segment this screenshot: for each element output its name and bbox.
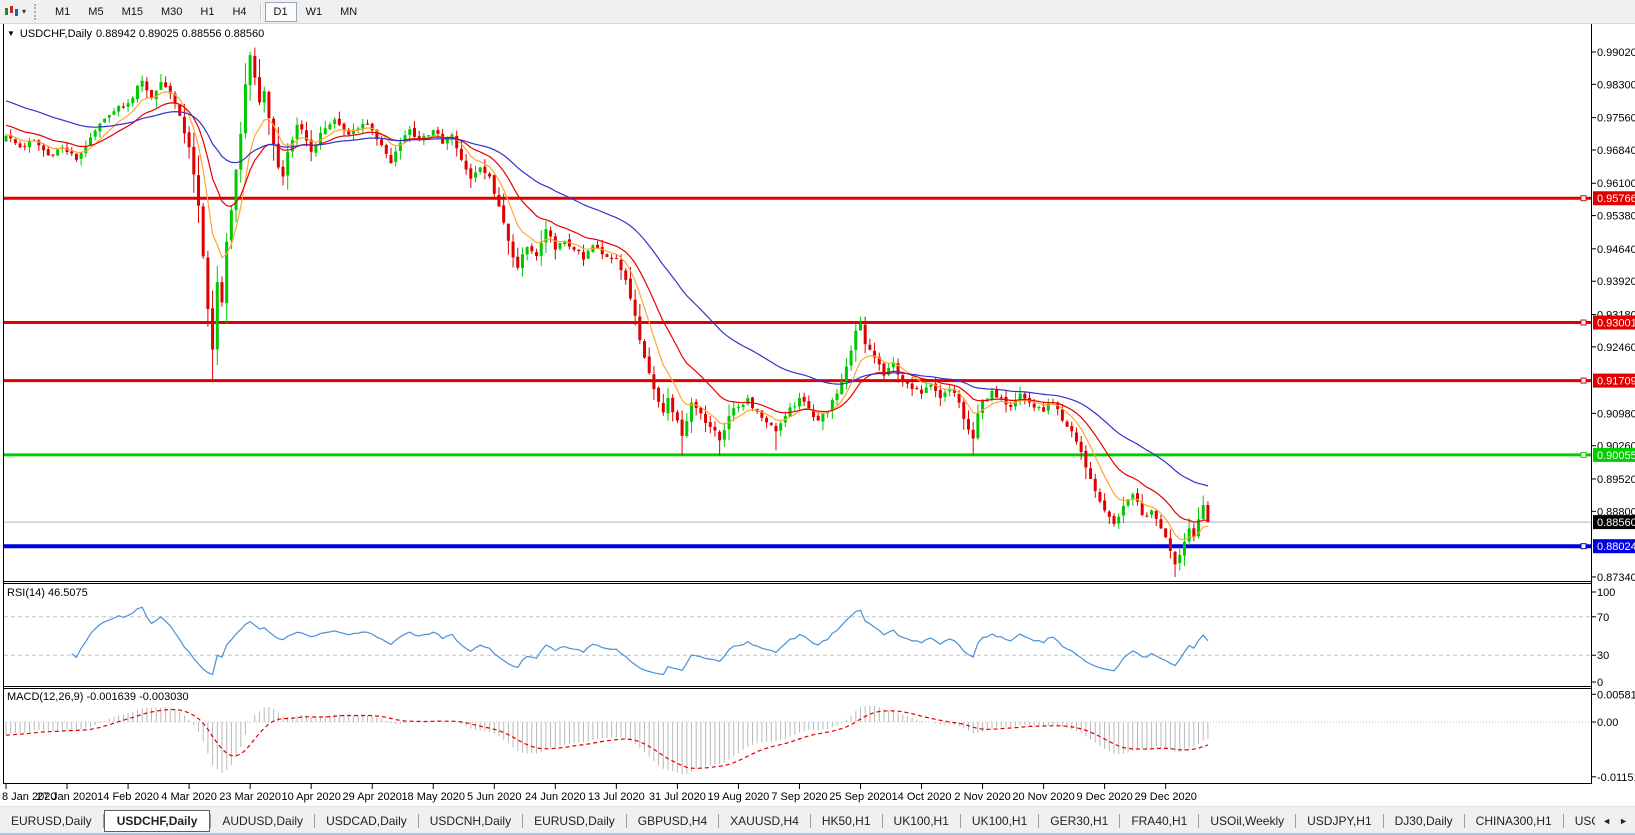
period-button-m5[interactable]: M5 xyxy=(79,2,112,22)
svg-text:0.93920: 0.93920 xyxy=(1597,276,1635,288)
chart-title: ▼ USDCHF,Daily 0.88942 0.89025 0.88556 0.8… xyxy=(7,28,268,40)
toolbar-grip[interactable] xyxy=(34,3,39,20)
trading-terminal-window: { "toolbar": { "periods": ["M1","M5","M1… xyxy=(0,0,1635,835)
svg-text:0.92460: 0.92460 xyxy=(1597,342,1635,354)
svg-text:31 Jul 2020: 31 Jul 2020 xyxy=(649,791,706,803)
svg-text:0.88560: 0.88560 xyxy=(1597,517,1635,529)
period-button-w1[interactable]: W1 xyxy=(297,2,332,22)
svg-text:19 Aug 2020: 19 Aug 2020 xyxy=(708,791,770,803)
period-button-m1[interactable]: M1 xyxy=(46,2,79,22)
macd-indicator-label: MACD(12,26,9) -0.001639 -0.003030 xyxy=(7,691,189,703)
level-line-handle[interactable] xyxy=(1580,543,1587,550)
chart-tab-ger30-h1[interactable]: GER30,H1 xyxy=(1039,810,1119,832)
chart-tab-fra40-h1[interactable]: FRA40,H1 xyxy=(1120,810,1198,832)
svg-text:7 Sep 2020: 7 Sep 2020 xyxy=(771,791,827,803)
toolbar-separator xyxy=(259,2,261,21)
level-line-handle[interactable] xyxy=(1580,377,1587,384)
chart-period-dropdown[interactable]: ▾ xyxy=(0,2,30,22)
toolbar: ▾ M1 M5 M15 M30 H1 H4 D1 W1 MN xyxy=(0,0,1635,24)
svg-text:18 May 2020: 18 May 2020 xyxy=(401,791,465,803)
chart-tab-uk100-h1[interactable]: UK100,H1 xyxy=(961,810,1038,832)
level-line-handle[interactable] xyxy=(1580,195,1587,202)
svg-text:0.005818: 0.005818 xyxy=(1597,689,1635,701)
svg-text:0.96100: 0.96100 xyxy=(1597,178,1635,190)
chart-tab-dj30-daily[interactable]: DJ30,Daily xyxy=(1384,810,1464,832)
tab-scroll-buttons: ◄ ► xyxy=(1595,807,1635,834)
period-button-m30[interactable]: M30 xyxy=(152,2,191,22)
period-button-d1[interactable]: D1 xyxy=(264,1,297,22)
chart-tab-usdcnh-daily[interactable]: USDCNH,Daily xyxy=(419,810,522,832)
svg-text:0.93001: 0.93001 xyxy=(1597,318,1635,330)
chevron-down-icon: ▾ xyxy=(22,7,27,16)
period-button-h1[interactable]: H1 xyxy=(191,2,223,22)
svg-text:0.95766: 0.95766 xyxy=(1597,193,1635,205)
chart-tab-gbpusd-h4[interactable]: GBPUSD,H4 xyxy=(627,810,718,832)
svg-text:30: 30 xyxy=(1597,650,1609,662)
svg-text:9 Dec 2020: 9 Dec 2020 xyxy=(1076,791,1132,803)
svg-text:0.90980: 0.90980 xyxy=(1597,408,1635,420)
svg-text:2 Nov 2020: 2 Nov 2020 xyxy=(954,791,1010,803)
svg-text:0.97560: 0.97560 xyxy=(1597,113,1635,125)
svg-text:4 Mar 2020: 4 Mar 2020 xyxy=(161,791,217,803)
period-button-h4[interactable]: H4 xyxy=(223,2,255,22)
chart-tab-china300-h1[interactable]: CHINA300,H1 xyxy=(1465,810,1563,832)
period-button-mn[interactable]: MN xyxy=(331,2,366,22)
ohlc-values: 0.88942 0.89025 0.88556 0.88560 xyxy=(96,28,265,40)
symbol-timeframe-label: USDCHF,Daily xyxy=(19,28,93,40)
rsi-indicator-label: RSI(14) 46.5075 xyxy=(7,587,88,599)
svg-text:0.89520: 0.89520 xyxy=(1597,474,1635,486)
svg-text:24 Jun 2020: 24 Jun 2020 xyxy=(525,791,586,803)
chart-tab-usoil-weekly[interactable]: USOil,Weekly xyxy=(1199,810,1295,832)
scroll-tabs-left-icon[interactable]: ◄ xyxy=(1598,814,1615,828)
svg-text:100: 100 xyxy=(1597,587,1615,599)
price-chart-canvas[interactable]: 0.99020 0.98300 0.97560 0.96840 0.96100 0.953… xyxy=(0,0,1635,835)
svg-text:0.98300: 0.98300 xyxy=(1597,79,1635,91)
chart-tabs-bar: EURUSD,Daily USDCHF,Daily AUDUSD,Daily USDC… xyxy=(0,806,1635,834)
svg-text:25 Sep 2020: 25 Sep 2020 xyxy=(829,791,891,803)
svg-text:14 Feb 2020: 14 Feb 2020 xyxy=(97,791,159,803)
level-line-handle[interactable] xyxy=(1580,451,1587,458)
svg-text:70: 70 xyxy=(1597,612,1609,624)
svg-text:0.94640: 0.94640 xyxy=(1597,244,1635,256)
chart-tab-xauusd-h4[interactable]: XAUUSD,H4 xyxy=(719,810,810,832)
chart-tab-uk100-h1[interactable]: UK100,H1 xyxy=(883,810,960,832)
candlestick-chart-icon xyxy=(5,6,18,16)
svg-text:5 Jun 2020: 5 Jun 2020 xyxy=(467,791,521,803)
svg-text:29 Dec 2020: 29 Dec 2020 xyxy=(1134,791,1196,803)
svg-text:-0.011514: -0.011514 xyxy=(1597,772,1635,784)
chart-tab-audusd-daily[interactable]: AUDUSD,Daily xyxy=(211,810,314,832)
svg-text:13 Jul 2020: 13 Jul 2020 xyxy=(588,791,645,803)
period-buttons: M1 M5 M15 M30 H1 H4 D1 W1 MN xyxy=(46,1,366,22)
svg-text:0.90055: 0.90055 xyxy=(1597,450,1635,462)
svg-text:0: 0 xyxy=(1597,677,1603,689)
chart-tab-usdjpy-h1[interactable]: USDJPY,H1 xyxy=(1296,810,1382,832)
svg-text:0.00: 0.00 xyxy=(1597,717,1618,729)
scroll-tabs-right-icon[interactable]: ► xyxy=(1615,814,1632,828)
svg-text:0.88024: 0.88024 xyxy=(1597,541,1635,553)
chart-tab-usdcad-daily[interactable]: USDCAD,Daily xyxy=(315,810,418,832)
svg-text:20 Nov 2020: 20 Nov 2020 xyxy=(1012,791,1074,803)
svg-text:23 Mar 2020: 23 Mar 2020 xyxy=(219,791,281,803)
chart-tab-usdchf-daily[interactable]: USDCHF,Daily xyxy=(103,809,211,832)
svg-text:27 Jan 2020: 27 Jan 2020 xyxy=(37,791,98,803)
chart-tab-eurusd-daily[interactable]: EURUSD,Daily xyxy=(523,810,626,832)
svg-text:0.95380: 0.95380 xyxy=(1597,211,1635,223)
level-line-handle[interactable] xyxy=(1580,319,1587,326)
period-button-m15[interactable]: M15 xyxy=(113,2,152,22)
collapse-chart-icon[interactable]: ▼ xyxy=(7,29,15,38)
svg-text:14 Oct 2020: 14 Oct 2020 xyxy=(892,791,952,803)
svg-text:29 Apr 2020: 29 Apr 2020 xyxy=(343,791,402,803)
svg-text:0.91709: 0.91709 xyxy=(1597,376,1635,388)
chart-tab-eurusd-daily[interactable]: EURUSD,Daily xyxy=(0,810,103,832)
svg-text:10 Apr 2020: 10 Apr 2020 xyxy=(282,791,341,803)
svg-text:0.99020: 0.99020 xyxy=(1597,47,1635,59)
svg-text:0.96840: 0.96840 xyxy=(1597,145,1635,157)
svg-text:0.87340: 0.87340 xyxy=(1597,572,1635,584)
chart-tab-hk50-h1[interactable]: HK50,H1 xyxy=(811,810,882,832)
